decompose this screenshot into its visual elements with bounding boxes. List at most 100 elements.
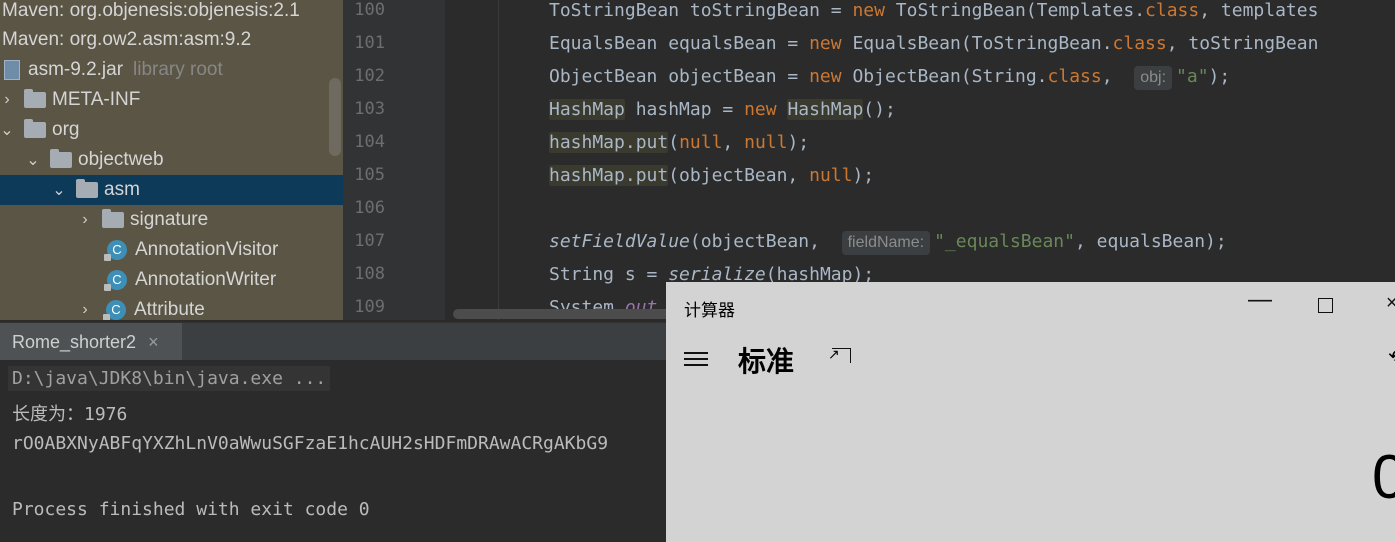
line-number: 107 [354,231,385,251]
tree-item-attribute[interactable]: › C Attribute [0,295,343,320]
keep-on-top-icon[interactable] [828,346,851,363]
close-icon[interactable]: × [148,332,159,353]
code-token: class [1145,0,1200,21]
history-icon[interactable]: ⟲ [1388,344,1395,369]
tree-item-annotation-writer[interactable]: C AnnotationWriter [0,265,343,295]
code-token: null [679,132,723,153]
code-token: "_equalsBean" [934,231,1075,252]
chevron-down-icon[interactable]: ⌄ [26,150,40,170]
folder-icon [24,119,46,138]
line-number: 108 [354,264,385,284]
folder-icon [102,209,124,228]
code-token: new [744,99,777,120]
code-token: hashMap.put [549,132,669,153]
class-icon: C [104,240,127,261]
tree-item-label: asm-9.2.jar [28,59,124,80]
tree-item-org[interactable]: ⌄ org [0,115,343,145]
console-command-line[interactable]: D:\java\JDK8\bin\java.exe ... [8,366,331,391]
code-token: , toStringBean [1166,33,1319,54]
folder-icon [50,149,72,168]
console-exit-line: Process finished with exit code 0 [12,499,370,520]
code-line[interactable]: EqualsBean equalsBean = new EqualsBean(T… [549,27,1318,60]
calculator-mode-title: 标准 [738,346,795,377]
tree-item-label: objectweb [78,149,164,170]
tree-item-annotation-visitor[interactable]: C AnnotationVisitor [0,235,343,265]
line-number: 102 [354,66,385,86]
tree-item-label: signature [130,209,209,230]
tree-item-label: Attribute [134,299,205,320]
tree-item-asm-jar[interactable]: asm-9.2.jar library root [0,55,343,85]
code-token: ToStringBean toStringBean = [549,0,853,21]
code-token: new [809,33,842,54]
parameter-hint: obj: [1134,66,1173,90]
tree-item-label: asm [104,179,140,200]
tree-item-label: Maven: org.ow2.asm:asm:9.2 [2,29,252,50]
window-title: 计算器 [684,301,735,320]
tree-scrollbar[interactable] [329,78,341,156]
code-token: EqualsBean(ToStringBean. [841,33,1113,54]
tab-run-configuration[interactable]: Rome_shorter2 × [0,323,182,361]
code-token: HashMap [549,99,625,120]
tree-item-objenesis[interactable]: Maven: org.objenesis:objenesis:2.1 [0,0,343,26]
code-token: , templates [1199,0,1319,21]
code-token: null [744,132,788,153]
tab-label: Rome_shorter2 [12,331,137,352]
hamburger-menu-icon[interactable] [684,352,708,370]
code-line[interactable]: ObjectBean objectBean = new ObjectBean(S… [549,60,1230,93]
chevron-right-icon[interactable]: › [78,301,92,319]
console-output-line: 长度为：1976 [12,404,128,425]
line-number: 109 [354,297,385,317]
line-number: 105 [354,165,385,185]
code-token: (objectBean, [689,231,842,252]
code-line[interactable]: setFieldValue(objectBean, fieldName: "_eq… [549,225,1227,258]
chevron-right-icon[interactable]: › [78,211,92,229]
code-line[interactable]: ToStringBean toStringBean = new ToString… [549,0,1318,27]
library-root-label: library root [133,59,223,80]
tree-item-signature[interactable]: › signature [0,205,343,235]
maximize-button[interactable] [1318,298,1333,313]
code-line[interactable]: hashMap.put(null, null); [549,126,809,159]
tree-item-asm-library[interactable]: Maven: org.ow2.asm:asm:9.2 [0,25,343,55]
chevron-down-icon[interactable]: ⌄ [0,120,14,140]
project-tree: Maven: org.objenesis:objenesis:2.1 Maven… [0,0,343,320]
code-token: hashMap = [624,99,745,120]
line-number: 100 [354,0,385,20]
line-number: 103 [354,99,385,119]
calculator-display: 0 [1372,443,1395,512]
chevron-right-icon[interactable]: › [0,91,14,109]
line-number: 104 [354,132,385,152]
code-line[interactable]: hashMap.put(objectBean, null); [549,159,874,192]
code-token: class [1112,33,1167,54]
code-token: HashMap [787,99,864,120]
tree-item-objectweb[interactable]: ⌄ objectweb [0,145,343,175]
tree-item-label: AnnotationWriter [135,269,277,290]
minimize-button[interactable]: — [1248,286,1272,314]
line-number: 106 [354,198,385,218]
chevron-down-icon[interactable]: ⌄ [52,180,66,200]
tree-item-meta-inf[interactable]: › META-INF [0,85,343,115]
tree-item-asm[interactable]: ⌄ asm [0,175,343,205]
code-token: , [722,132,745,153]
code-token: class [1047,66,1102,87]
code-token: new [809,66,842,87]
code-token: ); [1208,66,1231,87]
code-token: String s = [549,264,669,285]
code-token: EqualsBean equalsBean = [549,33,810,54]
tree-item-label: META-INF [52,89,141,110]
code-token: , [1101,66,1135,87]
tree-item-label: AnnotationVisitor [135,239,279,260]
code-token: setFieldValue [549,231,690,252]
class-icon: C [104,270,127,291]
jar-icon [4,60,20,80]
console-output-line: rO0ABXNyABFqYXZhLnV0aWwuSGFzaE1hcAUH2sHD… [12,433,609,454]
code-token: (); [863,99,896,120]
parameter-hint: fieldName: [841,231,931,255]
code-line[interactable]: HashMap hashMap = new HashMap(); [549,93,896,126]
class-icon: C [103,300,126,320]
editor-horizontal-scrollbar[interactable] [453,309,675,319]
line-number-gutter: 100 101 102 103 104 105 106 107 108 109 [343,0,446,320]
code-editor[interactable]: ToStringBean toStringBean = new ToString… [445,0,1395,320]
tree-item-label: Maven: org.objenesis:objenesis:2.1 [2,0,300,21]
close-button[interactable]: × [1386,292,1395,315]
